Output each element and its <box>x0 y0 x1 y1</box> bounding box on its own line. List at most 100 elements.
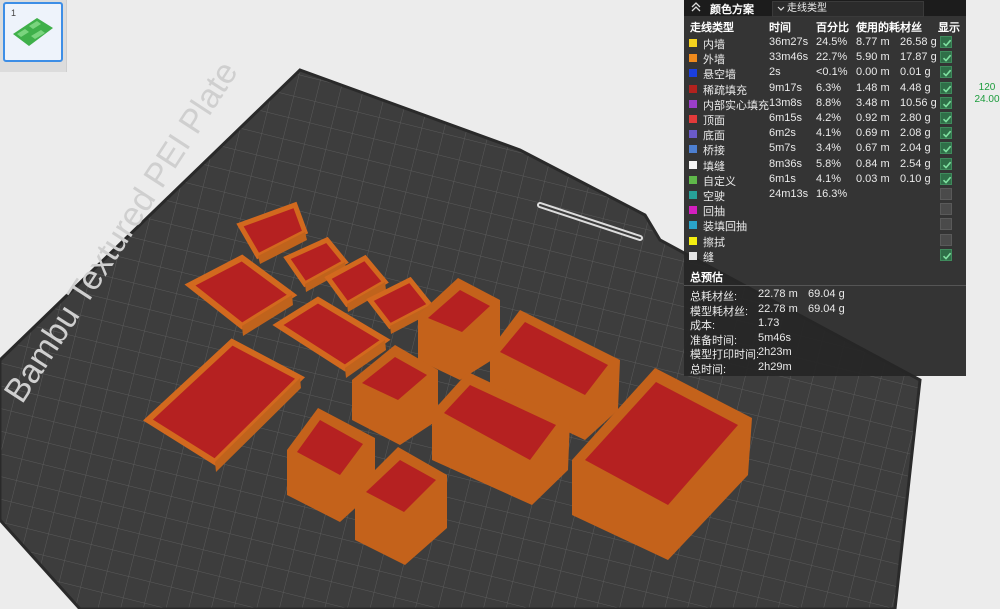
line-type-percent: 24.5% <box>816 36 848 48</box>
color-swatch <box>689 99 697 108</box>
color-scheme-title: 颜色方案 <box>710 4 754 16</box>
check-icon <box>942 100 952 108</box>
check-icon <box>942 252 952 260</box>
line-type-time: 24m13s <box>769 188 809 200</box>
plate-thumbnail[interactable]: 1 <box>3 2 63 62</box>
show-checkbox[interactable] <box>940 248 952 261</box>
line-type-percent: 16.3% <box>816 188 848 200</box>
show-checkbox[interactable] <box>940 203 952 216</box>
line-type-length: 0.92 m <box>856 112 890 124</box>
show-checkbox[interactable] <box>940 36 952 48</box>
summary-row: 模型耗材丝: 22.78 m 69.04 g <box>684 302 966 318</box>
check-icon <box>942 54 952 62</box>
line-type-percent: 8.8% <box>816 96 842 109</box>
line-type-time: 9m17s <box>769 81 803 94</box>
header-time: 时间 <box>769 22 791 34</box>
line-type-weight: 2.80 g <box>900 112 931 124</box>
legend-row: 顶面 6m15s 4.2% 0.92 m 2.80 g <box>684 111 966 127</box>
summary-value-1: 22.78 m <box>758 288 798 300</box>
legend-row: 缝 <box>684 248 966 264</box>
legend-header: 颜色方案 走线类型 <box>684 0 966 17</box>
show-checkbox[interactable] <box>940 96 952 109</box>
legend-row: 空驶 24m13s 16.3% <box>684 187 966 203</box>
color-swatch <box>689 175 697 184</box>
line-type-time: 8m36s <box>769 157 803 170</box>
line-type-weight: 26.58 g <box>900 36 937 48</box>
check-icon <box>942 161 952 169</box>
line-type-percent: 4.2% <box>816 112 842 124</box>
legend-panel: 颜色方案 走线类型 走线类型 时间 百分比 使用的耗材丝 显示 内墙 36m27s… <box>684 0 966 376</box>
layer-readout[interactable]: 120 24.00 <box>972 82 1000 106</box>
show-checkbox[interactable] <box>940 51 952 64</box>
line-type-length: 0.67 m <box>856 142 890 155</box>
chevron-down-icon <box>777 6 785 11</box>
line-type-time: 13m8s <box>769 96 803 109</box>
color-scheme-select[interactable]: 走线类型 <box>772 1 924 17</box>
line-type-length: 8.77 m <box>856 36 890 48</box>
legend-row: 装填回抽 <box>684 217 966 233</box>
show-checkbox[interactable] <box>940 127 952 140</box>
line-type-time: 2s <box>769 66 781 79</box>
summary-value-1: 2h23m <box>758 346 792 359</box>
legend-row: 填缝 8m36s 5.8% 0.84 m 2.54 g <box>684 157 966 173</box>
show-checkbox[interactable] <box>940 157 952 170</box>
header-type: 走线类型 <box>690 22 734 34</box>
show-checkbox[interactable] <box>940 66 952 79</box>
line-type-weight: 17.87 g <box>900 51 937 64</box>
line-type-time: 6m1s <box>769 172 796 185</box>
summary-value-1: 5m46s <box>758 331 792 344</box>
legend-row: 擦拭 <box>684 233 966 249</box>
check-icon <box>942 146 952 154</box>
show-checkbox[interactable] <box>940 81 952 94</box>
summary-value-1: 22.78 m <box>758 302 798 315</box>
legend-row: 内部实心填充 13m8s 8.8% 3.48 m 10.56 g <box>684 96 966 112</box>
check-icon <box>942 39 952 47</box>
line-type-length: 0.84 m <box>856 157 890 170</box>
line-type-time: 36m27s <box>769 36 809 48</box>
color-scheme-value: 走线类型 <box>787 3 827 14</box>
show-checkbox[interactable] <box>940 142 952 155</box>
line-type-length: 1.48 m <box>856 81 890 94</box>
check-icon <box>942 70 952 78</box>
summary-row: 模型打印时间: 2h23m <box>684 345 966 361</box>
color-swatch <box>689 191 697 199</box>
line-type-percent: 4.1% <box>816 127 842 140</box>
color-swatch <box>689 160 697 169</box>
line-type-weight: 4.48 g <box>900 81 931 94</box>
line-type-weight: 0.10 g <box>900 172 931 185</box>
line-type-weight: 0.01 g <box>900 66 931 79</box>
show-checkbox[interactable] <box>940 218 952 231</box>
legend-row: 桥接 5m7s 3.4% 0.67 m 2.04 g <box>684 141 966 157</box>
legend-row: 回抽 <box>684 202 966 218</box>
layer-height: 24.00 <box>974 94 1000 105</box>
header-percent: 百分比 <box>816 22 849 34</box>
color-swatch <box>689 115 697 123</box>
show-checkbox[interactable] <box>940 112 952 124</box>
layer-number: 120 <box>978 82 996 93</box>
line-type-length: 3.48 m <box>856 96 890 109</box>
color-swatch <box>689 130 697 139</box>
line-type-percent: 3.4% <box>816 142 842 155</box>
line-type-weight: 2.54 g <box>900 157 931 170</box>
check-icon <box>942 85 952 93</box>
line-type-length: 0.69 m <box>856 127 890 140</box>
summary-value-1: 2h29m <box>758 361 792 373</box>
line-type-time: 33m46s <box>769 51 809 64</box>
line-type-percent: 5.8% <box>816 157 842 170</box>
show-checkbox[interactable] <box>940 172 952 185</box>
summary-value-1: 1.73 <box>758 317 780 330</box>
summary-title: 总预估 <box>690 272 723 284</box>
plate-thumbnail-panel: 1 <box>0 0 67 72</box>
color-swatch <box>689 69 697 78</box>
show-checkbox[interactable] <box>940 188 952 200</box>
line-type-weight: 2.04 g <box>900 142 931 155</box>
legend-row: 内墙 36m27s 24.5% 8.77 m 26.58 g <box>684 35 966 51</box>
summary-divider <box>684 285 966 286</box>
line-type-weight: 10.56 g <box>900 96 937 109</box>
show-checkbox[interactable] <box>940 233 952 246</box>
line-type-length: 0.00 m <box>856 66 890 79</box>
collapse-icon[interactable] <box>690 1 702 13</box>
color-swatch <box>689 236 697 245</box>
color-swatch <box>689 251 697 260</box>
line-type-time: 6m2s <box>769 127 796 140</box>
